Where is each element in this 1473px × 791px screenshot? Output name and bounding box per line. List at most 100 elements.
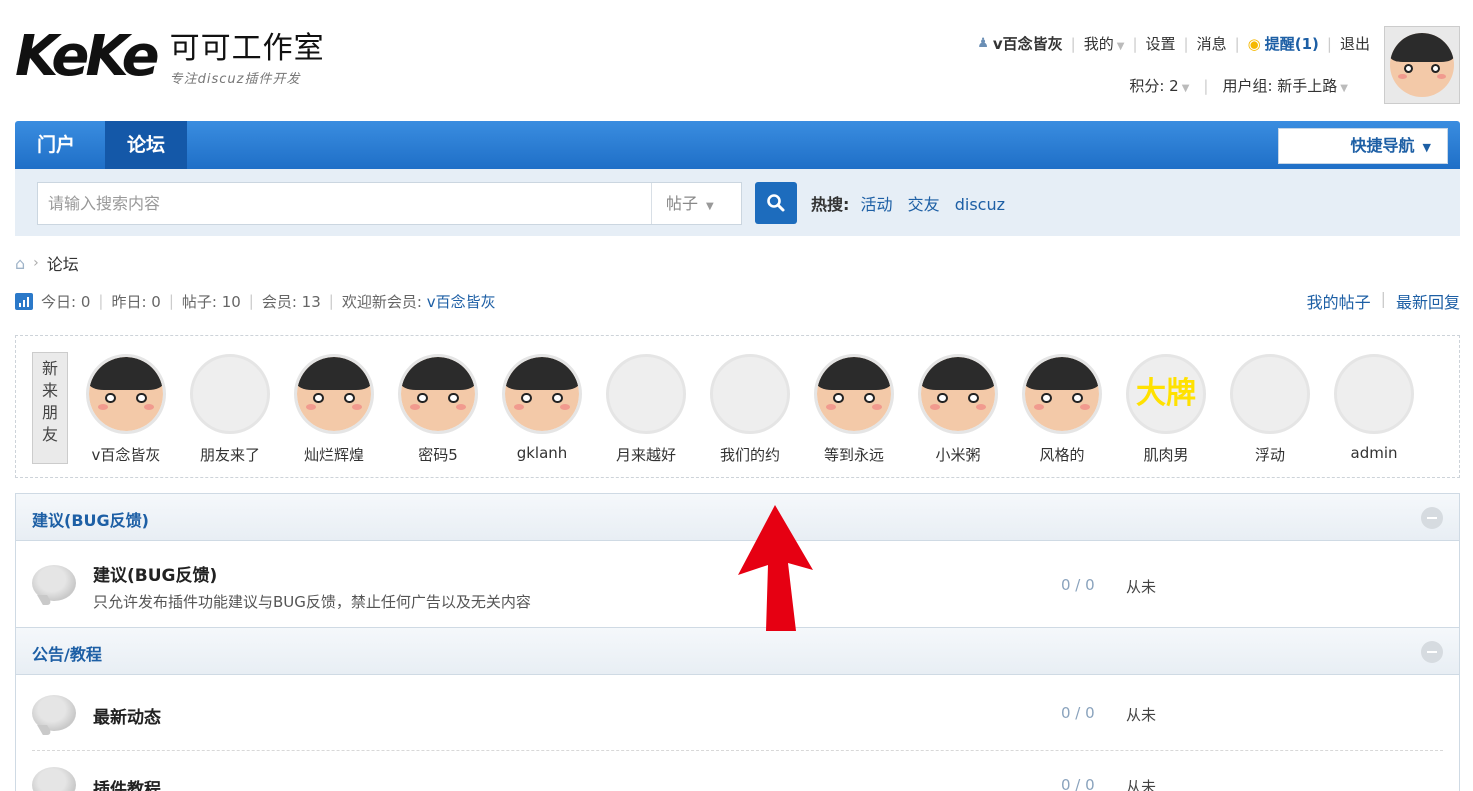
search-button[interactable] — [755, 182, 797, 224]
friend-avatar[interactable] — [814, 354, 894, 434]
quick-links: 我的帖子 | 最新回复 — [1307, 289, 1460, 313]
friend-item[interactable]: 朋友来了 — [180, 354, 280, 465]
friend-name[interactable]: 等到永远 — [804, 444, 904, 465]
forum-name[interactable]: 最新动态 — [93, 703, 161, 728]
friend-item[interactable]: 小米粥 — [908, 354, 1008, 465]
forum-last-post: 从未 — [1126, 706, 1157, 724]
messages-link[interactable]: 消息 — [1197, 33, 1227, 54]
friend-item[interactable]: 灿烂辉煌 — [284, 354, 384, 465]
settings-link[interactable]: 设置 — [1146, 33, 1176, 54]
user-avatar[interactable] — [1384, 26, 1460, 104]
friend-item[interactable]: 浮动 — [1220, 354, 1320, 465]
search-input[interactable] — [48, 183, 648, 224]
user-icon: ♟ — [977, 36, 989, 51]
friend-item[interactable]: 等到永远 — [804, 354, 904, 465]
friend-item[interactable]: v百念皆灰 — [76, 354, 176, 465]
caret-down-icon: ▼ — [1422, 141, 1431, 154]
friend-item[interactable]: admin — [1324, 354, 1424, 462]
friend-item[interactable]: 我们的约 — [700, 354, 800, 465]
quick-nav-button[interactable]: 快捷导航 ▼ — [1278, 128, 1448, 164]
forum-bubble-icon — [32, 565, 76, 601]
friend-avatar[interactable] — [502, 354, 582, 434]
hot-term-friends[interactable]: 交友 — [908, 195, 940, 214]
search-type-select[interactable]: 帖子 ▼ — [651, 183, 741, 224]
home-icon[interactable]: ⌂ — [15, 254, 25, 273]
friend-avatar[interactable] — [918, 354, 998, 434]
main-nav: 门户 论坛 快捷导航 ▼ — [15, 121, 1460, 169]
friend-avatar[interactable] — [86, 354, 166, 434]
friend-name[interactable]: 我们的约 — [700, 444, 800, 465]
friend-name[interactable]: 灿烂辉煌 — [284, 444, 384, 465]
collapse-icon[interactable] — [1421, 507, 1443, 529]
separator: | — [1070, 34, 1076, 53]
nav-portal[interactable]: 门户 — [15, 121, 97, 169]
friend-name[interactable]: 密码5 — [388, 444, 488, 465]
reminders-link[interactable]: 提醒(1) — [1265, 33, 1319, 54]
friend-avatar[interactable] — [398, 354, 478, 434]
search-icon — [767, 194, 785, 212]
avatar-brand-text: 大牌 — [1136, 376, 1196, 411]
friend-name[interactable]: 朋友来了 — [180, 444, 280, 465]
forum-last-post: 从未 — [1126, 578, 1157, 596]
logout-link[interactable]: 退出 — [1340, 33, 1370, 54]
friend-name[interactable]: 风格的 — [1012, 444, 1112, 465]
forum-name[interactable]: 插件教程 — [93, 775, 161, 791]
breadcrumb-current[interactable]: 论坛 — [47, 251, 79, 275]
search-bar: 帖子▼ 热搜: 活动 交友 discuz — [15, 169, 1460, 236]
usergroup-menu[interactable]: 用户组: 新手上路 ▼ — [1222, 75, 1348, 96]
friend-item[interactable]: gklanh — [492, 354, 592, 462]
friend-name[interactable]: gklanh — [492, 444, 592, 462]
friend-avatar[interactable] — [1022, 354, 1102, 434]
friend-item[interactable]: 密码5 — [388, 354, 488, 465]
friend-name[interactable]: 浮动 — [1220, 444, 1320, 465]
logo-mark: KeKe — [15, 24, 160, 89]
separator: | — [1380, 289, 1386, 308]
friend-name[interactable]: 小米粥 — [908, 444, 1008, 465]
forum-name[interactable]: 建议(BUG反馈) — [93, 561, 217, 586]
site-logo[interactable]: KeKe 可可工作室 专注discuz插件开发 — [15, 26, 325, 96]
username-link[interactable]: v百念皆灰 — [993, 33, 1063, 54]
my-posts-link[interactable]: 我的帖子 — [1307, 289, 1371, 313]
hot-search-label: 热搜: — [811, 195, 850, 214]
chevron-down-icon: ▼ — [706, 201, 714, 212]
friend-avatar[interactable] — [1230, 354, 1310, 434]
friend-item[interactable]: 月来越好 — [596, 354, 696, 465]
separator: | — [1183, 34, 1189, 53]
logo-title: 可可工作室 — [169, 31, 325, 66]
chevron-down-icon: ▼ — [1116, 41, 1125, 52]
group-title[interactable]: 公告/教程 — [32, 641, 102, 665]
new-friends-panel: 新来朋友 v百念皆灰 朋友来了 灿烂辉煌 密码5 gklanh 月来越好 我们的… — [15, 335, 1460, 478]
forum-counts: 0 / 0 — [1061, 776, 1095, 791]
separator: | — [1326, 34, 1332, 53]
nav-forum[interactable]: 论坛 — [105, 121, 188, 169]
forum-group-header: 公告/教程 — [15, 627, 1460, 675]
friend-name[interactable]: admin — [1324, 444, 1424, 462]
points-menu[interactable]: 积分: 2 ▼ — [1129, 75, 1189, 96]
separator: | — [168, 292, 174, 310]
friend-item[interactable]: 大牌 肌肉男 — [1116, 354, 1216, 465]
friend-name[interactable]: 肌肉男 — [1116, 444, 1216, 465]
forum-bubble-icon — [32, 695, 76, 731]
chevron-down-icon: ▼ — [1340, 83, 1348, 94]
friend-name[interactable]: 月来越好 — [596, 444, 696, 465]
collapse-icon[interactable] — [1421, 641, 1443, 663]
new-friends-tag: 新来朋友 — [32, 352, 68, 464]
friend-name[interactable]: v百念皆灰 — [76, 444, 176, 465]
friend-avatar[interactable] — [190, 354, 270, 434]
search-box: 帖子▼ — [37, 182, 742, 225]
separator: | — [1132, 34, 1138, 53]
friend-avatar[interactable] — [710, 354, 790, 434]
mine-menu[interactable]: 我的 ▼ — [1084, 33, 1125, 54]
friend-avatar[interactable] — [1334, 354, 1414, 434]
hot-term-activity[interactable]: 活动 — [861, 195, 893, 214]
forum-stats: 今日: 0 | 昨日: 0 | 帖子: 10 | 会员: 13 | 欢迎新会员:… — [15, 289, 1460, 313]
group-title[interactable]: 建议(BUG反馈) — [32, 507, 149, 531]
friend-avatar[interactable]: 大牌 — [1126, 354, 1206, 434]
welcome-user-link[interactable]: v百念皆灰 — [427, 291, 496, 312]
friend-avatar[interactable] — [606, 354, 686, 434]
friend-item[interactable]: 风格的 — [1012, 354, 1112, 465]
latest-replies-link[interactable]: 最新回复 — [1396, 289, 1460, 313]
stat-today: 今日: 0 — [41, 292, 91, 311]
hot-term-discuz[interactable]: discuz — [955, 195, 1005, 214]
friend-avatar[interactable] — [294, 354, 374, 434]
